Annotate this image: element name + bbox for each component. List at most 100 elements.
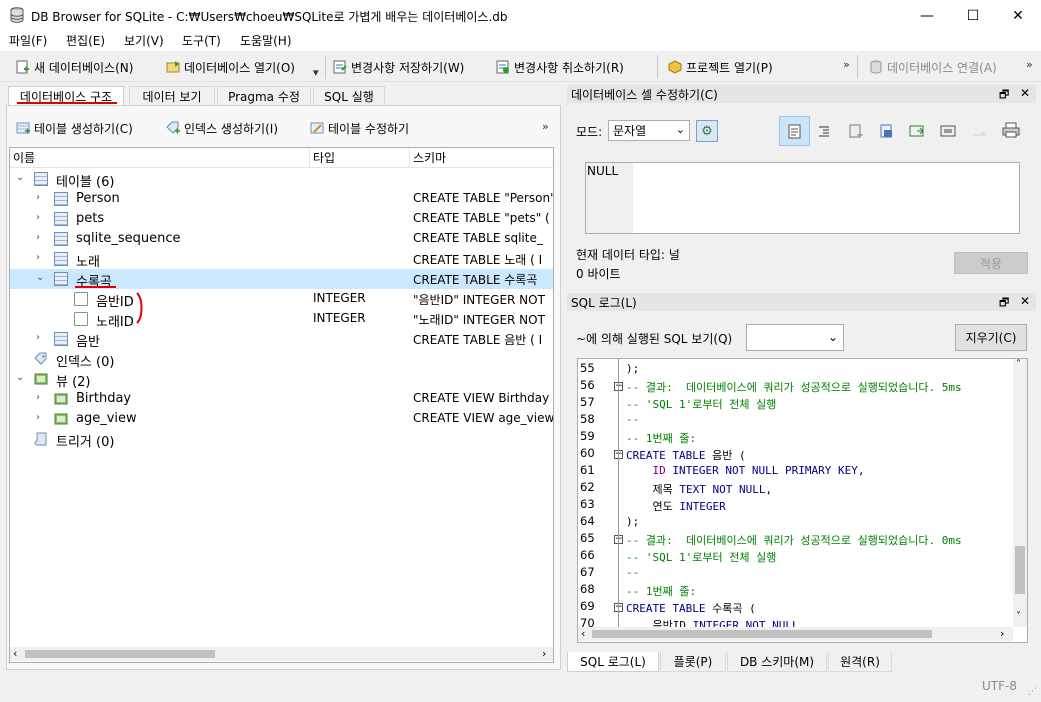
- column-header-type[interactable]: 타입: [310, 148, 410, 168]
- export-icon[interactable]: [879, 123, 895, 139]
- modify-table-button[interactable]: 테이블 수정하기: [310, 118, 409, 138]
- scroll-right-icon[interactable]: ›: [542, 647, 546, 660]
- collapse-arrow-icon[interactable]: ⌄: [16, 372, 24, 383]
- expand-arrow-icon[interactable]: ›: [36, 332, 40, 343]
- tree-item-schema: CREATE VIEW age_view: [413, 411, 553, 425]
- tree-row-album-id[interactable]: 음반ID INTEGER "음반ID" INTEGER NOT: [10, 289, 553, 310]
- open-project-button[interactable]: 프로젝트 열기(P): [668, 57, 773, 77]
- revert-changes-button[interactable]: 변경사항 취소하기(R): [496, 57, 624, 77]
- auto-switch-mode-button[interactable]: ⚙: [696, 120, 718, 142]
- close-panel-icon[interactable]: ✕: [1020, 86, 1030, 100]
- minimize-button[interactable]: —: [904, 0, 950, 31]
- create-index-button[interactable]: 인덱스 생성하기(I): [166, 118, 278, 138]
- collapse-arrow-icon[interactable]: ⌄: [36, 272, 44, 283]
- expand-arrow-icon[interactable]: ›: [36, 252, 40, 263]
- vertical-scrollbar[interactable]: ˄ ˅: [1013, 359, 1027, 627]
- maximize-button[interactable]: ☐: [950, 0, 996, 31]
- write-changes-button[interactable]: 변경사항 저장하기(W): [333, 57, 464, 77]
- tree-row-song[interactable]: › 노래 CREATE TABLE 노래 ( I: [10, 249, 553, 270]
- sql-log-editor[interactable]: 55); 56 -- 결과: 데이터베이스에 쿼리가 성공적으로 실행되었습니다. …: [577, 358, 1028, 643]
- modify-table-icon: [310, 122, 324, 134]
- tree-row-album[interactable]: › 음반 CREATE TABLE 음반 ( I: [10, 329, 553, 350]
- expand-arrow-icon[interactable]: ›: [36, 412, 40, 423]
- red-underline-annotation: [75, 286, 116, 288]
- table-icon: [54, 192, 68, 206]
- tree-row-sqlite-sequence[interactable]: › sqlite_sequence CREATE TABLE sqlite_: [10, 229, 553, 249]
- toolbar-overflow-icon[interactable]: »: [843, 58, 850, 71]
- scroll-right-icon[interactable]: ›: [1000, 627, 1004, 640]
- tree-row-indices[interactable]: 인덱스 (0): [10, 349, 553, 370]
- tree-row-song-id[interactable]: 노래ID INTEGER "노래ID" INTEGER NOT: [10, 309, 553, 330]
- menu-view[interactable]: 보기(V): [124, 32, 164, 49]
- cell-editor-textarea[interactable]: NULL: [585, 162, 1020, 234]
- menu-help[interactable]: 도움말(H): [240, 32, 292, 49]
- tab-remote[interactable]: 원격(R): [828, 652, 892, 672]
- resize-grip-icon[interactable]: ⋰: [1028, 687, 1037, 697]
- indent-icon[interactable]: [817, 124, 831, 138]
- menu-edit[interactable]: 편집(E): [66, 32, 105, 49]
- new-database-button[interactable]: 새 데이터베이스(N): [16, 57, 133, 77]
- expand-arrow-icon[interactable]: ›: [36, 232, 40, 243]
- open-dropdown-icon[interactable]: ▾: [313, 66, 319, 79]
- scroll-down-icon[interactable]: ˅: [1016, 611, 1021, 622]
- column-header-schema[interactable]: 스키마: [410, 148, 553, 168]
- tree-row-tables[interactable]: ⌄ 테이블 (6): [10, 169, 553, 190]
- document-icon: [788, 124, 801, 139]
- tree-row-views[interactable]: ⌄ 뷰 (2): [10, 369, 553, 390]
- menu-tools[interactable]: 도구(T): [182, 32, 221, 49]
- schema-tree[interactable]: 이름 타입 스키마 ⌄ 테이블 (6) › Person CREATE TABL…: [9, 147, 554, 663]
- code-line: CREATE TABLE 음반 (: [626, 449, 746, 462]
- menu-file[interactable]: 파일(F): [9, 32, 47, 49]
- tab-sql-log[interactable]: SQL 로그(L): [567, 652, 659, 672]
- revert-changes-icon: [496, 60, 509, 74]
- undock-icon[interactable]: 🗗: [999, 86, 1009, 105]
- close-button[interactable]: ✕: [995, 0, 1041, 31]
- clear-log-button[interactable]: 지우기(C): [955, 324, 1027, 351]
- expand-arrow-icon[interactable]: ›: [36, 212, 40, 223]
- undock-icon[interactable]: 🗗: [999, 294, 1009, 313]
- submitted-by-select[interactable]: ⌄: [746, 324, 844, 351]
- tab-browse-data[interactable]: 데이터 보기: [129, 86, 215, 106]
- clear-log-label: 지우기(C): [965, 331, 1017, 345]
- scrollbar-thumb[interactable]: [25, 650, 215, 658]
- tab-execute-sql[interactable]: SQL 실행: [313, 86, 385, 106]
- horizontal-scrollbar[interactable]: ‹ ›: [10, 647, 553, 661]
- expand-arrow-icon[interactable]: ›: [36, 392, 40, 403]
- horizontal-scrollbar[interactable]: ‹ ›: [578, 627, 1013, 641]
- close-panel-icon[interactable]: ✕: [1020, 294, 1030, 308]
- scrollbar-thumb[interactable]: [1015, 546, 1025, 594]
- tab-db-schema[interactable]: DB 스키마(M): [727, 652, 827, 672]
- tree-row-age-view[interactable]: › age_view CREATE VIEW age_view: [10, 409, 553, 429]
- import-icon[interactable]: [848, 123, 864, 139]
- scroll-left-icon[interactable]: ‹: [13, 647, 17, 660]
- tree-row-triggers[interactable]: 트리거 (0): [10, 429, 553, 450]
- code-line: 제목 TEXT NOT NULL,: [652, 483, 773, 496]
- tree-row-person[interactable]: › Person CREATE TABLE "Person": [10, 189, 553, 209]
- image-icon[interactable]: [940, 123, 956, 139]
- data-size-label: 0 바이트: [576, 267, 621, 281]
- panel-splitter[interactable]: [561, 83, 565, 673]
- mode-select[interactable]: 문자열 ⌄: [608, 120, 690, 141]
- column-header-name[interactable]: 이름: [10, 148, 310, 168]
- eraser-icon[interactable]: [971, 123, 987, 139]
- structure-toolbar-overflow-icon[interactable]: »: [542, 120, 549, 133]
- tree-item-schema: CREATE TABLE 노래 ( I: [413, 253, 543, 267]
- tree-row-birthday[interactable]: › Birthday CREATE VIEW Birthday: [10, 389, 553, 409]
- open-database-button[interactable]: 데이터베이스 열기(O): [166, 57, 295, 77]
- code-line: -- 결과: 데이터베이스에 쿼리가 성공적으로 실행되었습니다. 0ms: [626, 534, 962, 547]
- toolbar-overflow-icon[interactable]: »: [1026, 58, 1033, 71]
- attach-database-button[interactable]: 데이터베이스 연결(A): [869, 57, 997, 77]
- print-icon[interactable]: [1002, 122, 1020, 138]
- word-wrap-toggle[interactable]: [779, 116, 810, 146]
- create-table-button[interactable]: 테이블 생성하기(C): [16, 118, 133, 138]
- collapse-arrow-icon[interactable]: ⌄: [16, 172, 24, 183]
- tree-row-pets[interactable]: › pets CREATE TABLE "pets" (: [10, 209, 553, 229]
- scroll-up-icon[interactable]: ˄: [1016, 359, 1021, 370]
- scrollbar-thumb[interactable]: [592, 630, 932, 638]
- set-null-icon[interactable]: [909, 123, 925, 139]
- apply-button[interactable]: 적용: [954, 252, 1028, 274]
- expand-arrow-icon[interactable]: ›: [36, 192, 40, 203]
- tab-plot[interactable]: 플롯(P): [660, 652, 726, 672]
- tab-edit-pragmas[interactable]: Pragma 수정: [217, 86, 311, 106]
- scroll-left-icon[interactable]: ‹: [581, 627, 585, 640]
